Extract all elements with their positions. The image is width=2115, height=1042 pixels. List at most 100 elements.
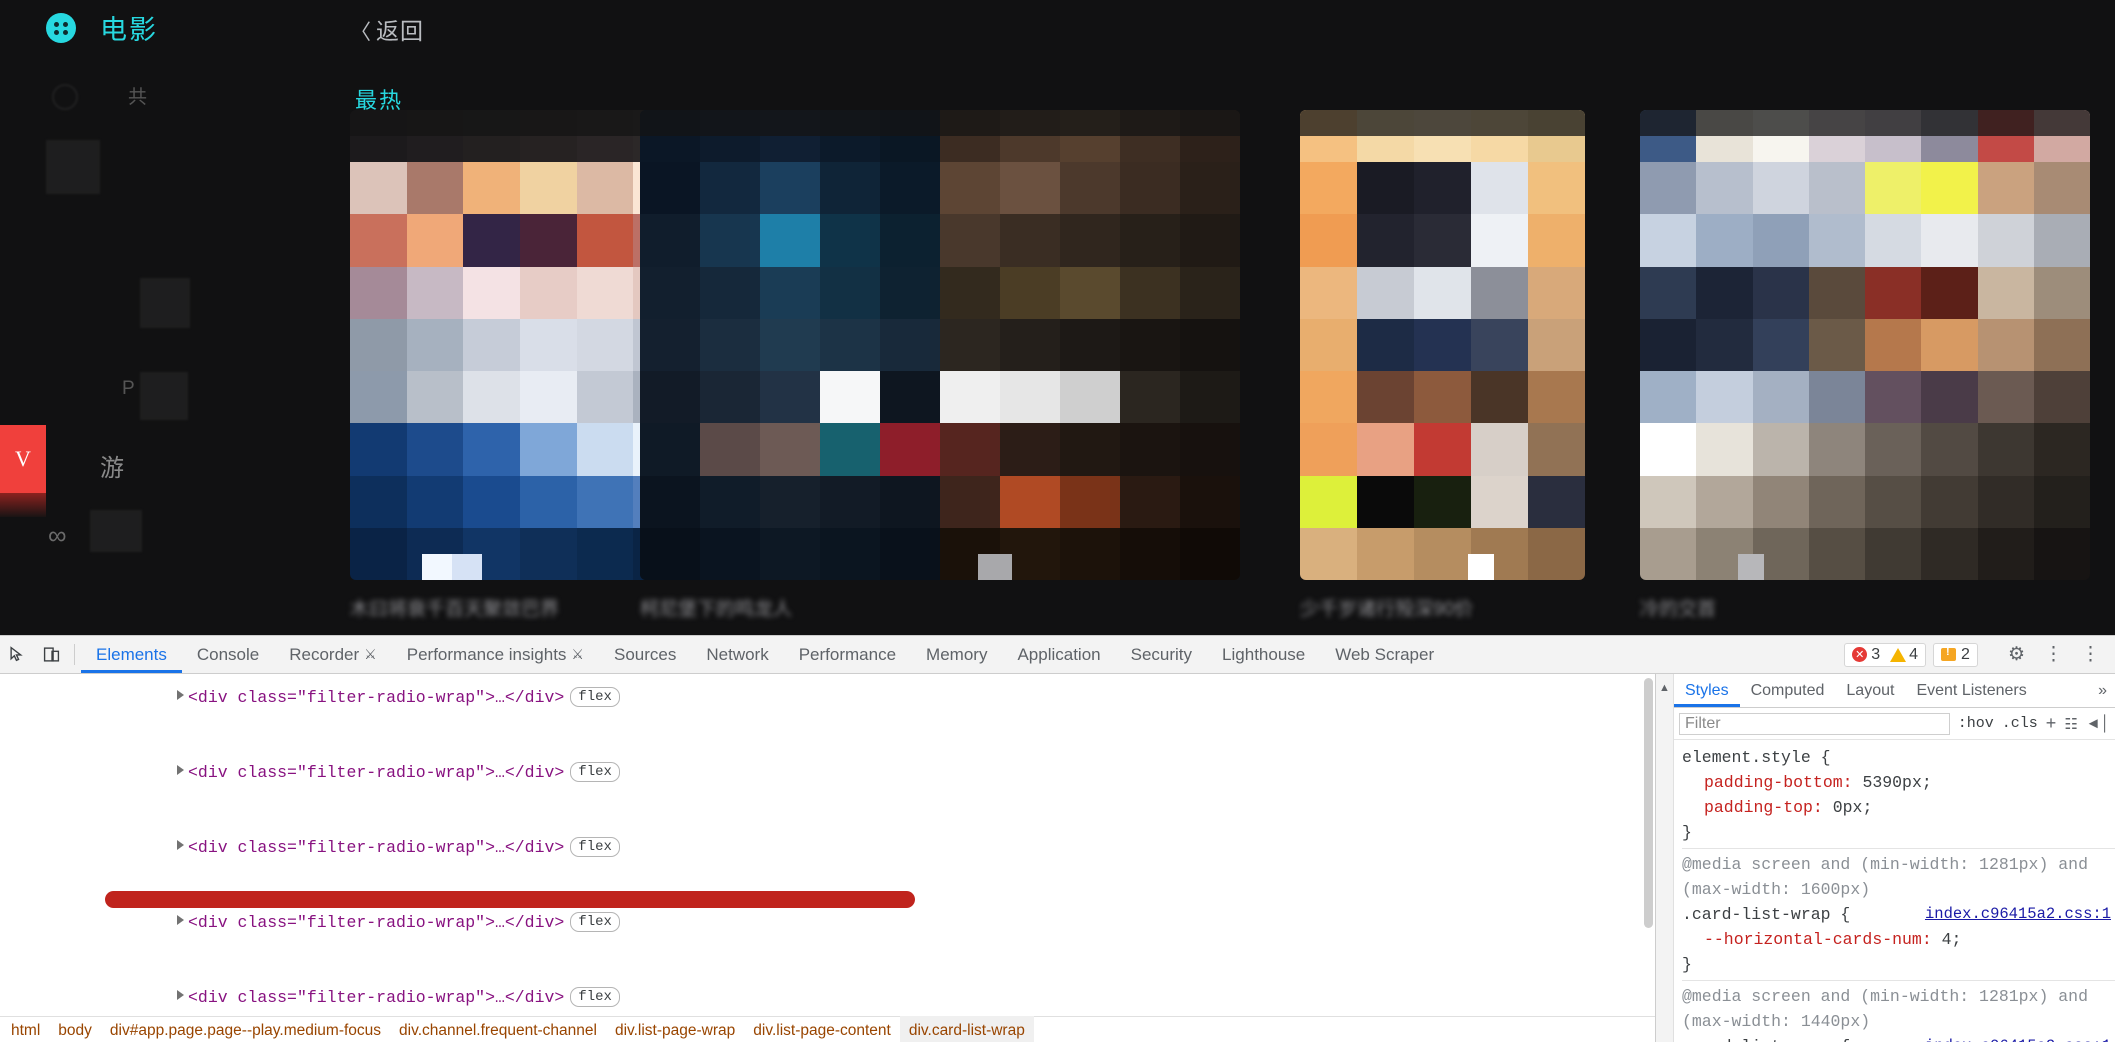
css-declaration[interactable]: padding-top: 0px; xyxy=(1682,795,2115,820)
card-title: 少千岁诸行殁深90价 xyxy=(1300,599,1474,618)
stylesheet-source-link[interactable]: index.c96415a2.css:1 xyxy=(1925,1034,2111,1042)
inspect-cursor-icon[interactable] xyxy=(0,636,34,673)
css-property: padding-top: xyxy=(1704,798,1823,817)
site-header: 电影 〈返回 xyxy=(0,0,2115,62)
expand-arrow-icon[interactable] xyxy=(177,765,185,775)
back-button[interactable]: 〈返回 xyxy=(350,12,424,46)
error-warning-counter[interactable]: ✕ 3 4 xyxy=(1844,642,1927,667)
flex-badge[interactable]: flex xyxy=(570,687,620,707)
app-logo-icon[interactable] xyxy=(46,13,76,43)
tab-label: Application xyxy=(1017,644,1101,664)
breadcrumb-item-list-page-wrap[interactable]: div.list-page-wrap xyxy=(606,1016,744,1042)
stylesheet-source-link[interactable]: index.c96415a2.css:1 xyxy=(1925,902,2111,927)
devtools-body: <div class="filter-radio-wrap">…</div> fl… xyxy=(0,674,2115,1042)
poster-redaction-block xyxy=(1468,554,1494,580)
dom-line-text: <div class="filter-radio-wrap">…</div> xyxy=(188,838,565,857)
poster-overlay-bar xyxy=(350,110,690,136)
video-site-page: 电影 〈返回 共 P 游 ∞ V 最热 木曰将衰千百天聚敛巴界 柯尼堡下的鸣龙人… xyxy=(0,0,2115,635)
flex-badge[interactable]: flex xyxy=(570,762,620,782)
tab-label: Layout xyxy=(1846,681,1895,699)
tab-elements[interactable]: Elements xyxy=(81,636,182,673)
css-value[interactable]: 0px; xyxy=(1833,798,1873,817)
tab-application[interactable]: Application xyxy=(1002,636,1115,673)
styles-rules-list: element.style { padding-bottom: 5390px; … xyxy=(1674,740,2115,1042)
sidebar-ghost-4 xyxy=(90,510,142,552)
tab-performance[interactable]: Performance xyxy=(784,636,911,673)
tab-computed[interactable]: Computed xyxy=(1740,674,1836,707)
tab-network[interactable]: Network xyxy=(691,636,783,673)
tab-security[interactable]: Security xyxy=(1116,636,1207,673)
css-value[interactable]: 4; xyxy=(1942,930,1962,949)
tab-label: Performance xyxy=(798,644,897,664)
close-devtools-icon[interactable]: ⋮ xyxy=(2081,643,2100,666)
tab-sources[interactable]: Sources xyxy=(599,636,691,673)
tab-styles[interactable]: Styles xyxy=(1674,674,1740,707)
breadcrumb-item-list-page-content[interactable]: div.list-page-content xyxy=(744,1016,900,1042)
warning-count: 4 xyxy=(1909,645,1919,663)
more-tabs-icon[interactable]: » xyxy=(2090,674,2115,707)
breadcrumb-item-card-list-wrap[interactable]: div.card-list-wrap xyxy=(899,1015,1034,1042)
expand-arrow-icon[interactable] xyxy=(177,840,185,850)
sidebar-ghost-2 xyxy=(140,278,190,328)
collapse-up-icon[interactable]: ▲ xyxy=(1656,674,1674,1042)
expand-arrow-icon[interactable] xyxy=(177,915,185,925)
css-declaration[interactable]: --horizontal-cards-num: 4; xyxy=(1682,927,2115,952)
tab-layout[interactable]: Layout xyxy=(1835,674,1905,707)
card-item[interactable]: 少千岁诸行殁深90价 xyxy=(1300,110,1640,618)
expand-arrow-icon[interactable] xyxy=(177,690,185,700)
breadcrumb-item-body[interactable]: body xyxy=(49,1016,101,1042)
breadcrumb-item-html[interactable]: html xyxy=(2,1016,49,1042)
tab-label: Performance insights xyxy=(406,644,567,664)
flex-badge[interactable]: flex xyxy=(570,837,620,857)
breadcrumb-item-channel[interactable]: div.channel.frequent-channel xyxy=(390,1016,606,1042)
flex-badge[interactable]: flex xyxy=(570,987,620,1007)
dom-line[interactable]: <div class="filter-radio-wrap">…</div> fl… xyxy=(0,810,1655,885)
style-rule-element-style[interactable]: element.style { padding-bottom: 5390px; … xyxy=(1682,745,2115,849)
computed-styles-sidebar-icon[interactable]: ☷ xyxy=(2064,715,2077,733)
tab-event-listeners[interactable]: Event Listeners xyxy=(1905,674,2037,707)
css-declaration[interactable]: padding-bottom: 5390px; xyxy=(1682,770,2115,795)
style-rule-card-list-wrap-1600[interactable]: @media screen and (min-width: 1281px) an… xyxy=(1682,852,2115,981)
tab-lighthouse[interactable]: Lighthouse xyxy=(1207,636,1320,673)
dom-line[interactable]: <div class="filter-radio-wrap">…</div> fl… xyxy=(0,674,1655,735)
new-style-rule-button[interactable]: + xyxy=(2046,713,2057,734)
issues-counter[interactable]: 2 xyxy=(1933,642,1978,667)
card-title: 木曰将衰千百天聚敛巴界 xyxy=(350,599,560,618)
card-poster[interactable] xyxy=(640,110,1240,580)
hover-state-button[interactable]: :hov xyxy=(1958,715,1994,732)
back-label: 返回 xyxy=(376,18,424,44)
element-classes-button[interactable]: .cls xyxy=(2002,715,2038,732)
issue-icon xyxy=(1941,646,1957,661)
media-query: @media screen and (min-width: 1281px) an… xyxy=(1682,987,2088,1031)
tab-web-scraper[interactable]: Web Scraper xyxy=(1320,636,1449,673)
tab-performance-insights[interactable]: Performance insights ⚔ xyxy=(392,636,599,673)
card-poster[interactable] xyxy=(1640,110,2090,580)
tab-recorder[interactable]: Recorder ⚔ xyxy=(274,636,391,673)
rule-selector-row: index.c96415a2.css:1 .card-list-wrap { xyxy=(1682,902,2115,927)
card-item[interactable]: 柯尼堡下的鸣龙人 xyxy=(640,110,1240,618)
gear-icon[interactable]: ⚙ xyxy=(2008,643,2025,666)
sidebar-ghost-glyph: ∞ xyxy=(48,520,67,550)
dom-line[interactable]: <div class="filter-radio-wrap">…</div> fl… xyxy=(0,735,1655,810)
media-query: @media screen and (min-width: 1281px) an… xyxy=(1682,855,2088,899)
tab-console[interactable]: Console xyxy=(182,636,274,673)
flex-badge[interactable]: flex xyxy=(570,912,620,932)
kebab-menu-icon[interactable]: ⋮ xyxy=(2044,643,2063,666)
toggle-sidebar-icon[interactable]: ◄│ xyxy=(2086,715,2110,732)
expand-arrow-icon[interactable] xyxy=(177,990,185,1000)
breadcrumb-item-app[interactable]: div#app.page.page--play.medium-focus xyxy=(101,1016,390,1042)
poster-redaction-block xyxy=(1738,554,1764,580)
style-rule-card-list-wrap-1440[interactable]: @media screen and (min-width: 1281px) an… xyxy=(1682,984,2115,1042)
device-toolbar-icon[interactable] xyxy=(34,636,68,673)
card-poster[interactable] xyxy=(350,110,690,580)
sidebar-ghost-circle xyxy=(52,84,78,110)
dom-tree-pane[interactable]: <div class="filter-radio-wrap">…</div> fl… xyxy=(0,674,1655,1042)
card-item[interactable]: 木曰将衰千百天聚敛巴界 xyxy=(350,110,690,618)
dom-scrollbar[interactable] xyxy=(1644,678,1653,928)
rule-selector: .card-list-wrap { xyxy=(1682,1037,1850,1042)
card-poster[interactable] xyxy=(1300,110,1585,580)
tab-memory[interactable]: Memory xyxy=(911,636,1002,673)
card-item[interactable]: 冷的交首 xyxy=(1640,110,2090,618)
styles-filter-input[interactable] xyxy=(1679,712,1950,735)
css-value[interactable]: 5390px; xyxy=(1862,773,1931,792)
